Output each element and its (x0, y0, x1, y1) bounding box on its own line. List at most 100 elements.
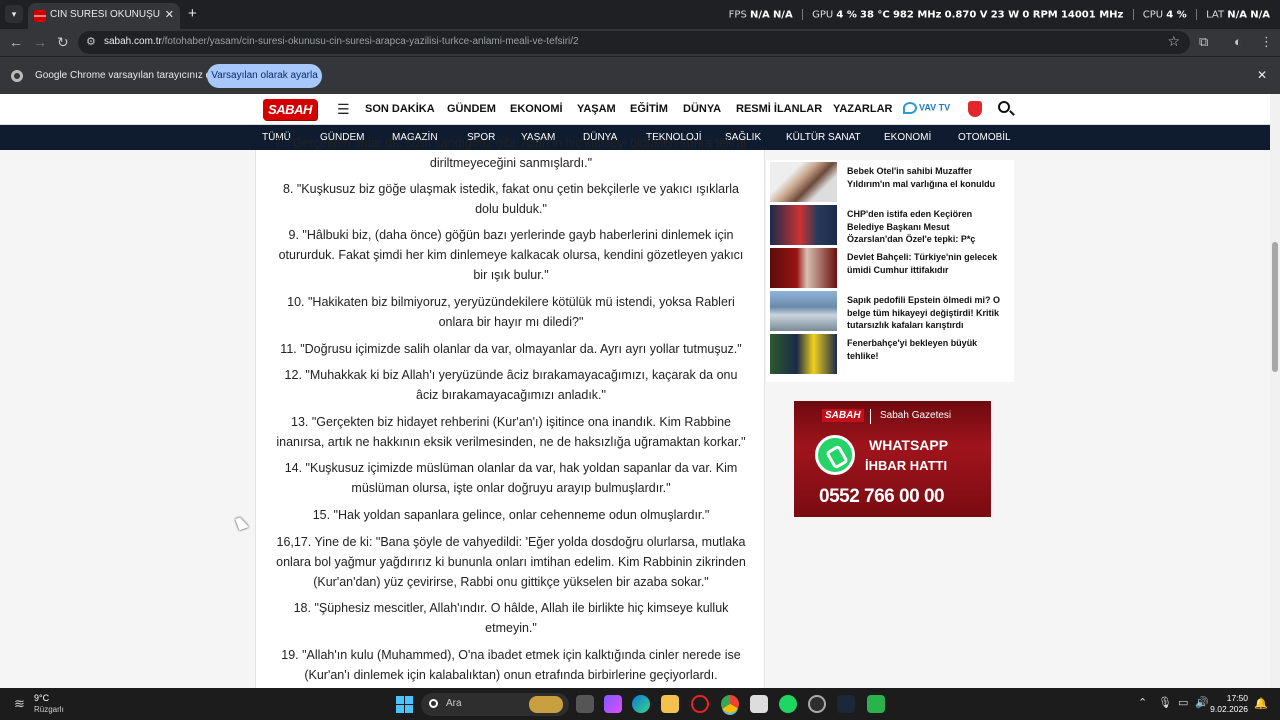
web-page: SABAH ☰ SON DAKİKA GÜNDEM EKONOMİ YAŞAM … (0, 94, 1270, 688)
cpu-load: 4 % (1166, 9, 1187, 21)
address-bar[interactable]: ⚙ sabah.com.tr/fotohaber/yasam/cin-sures… (78, 31, 1190, 54)
nav-resmi-ilanlar[interactable]: RESMİ İLANLAR (736, 103, 822, 115)
volume-icon[interactable]: 🔊 (1195, 696, 1209, 709)
file-explorer-icon[interactable] (661, 695, 679, 713)
edge-icon[interactable] (632, 695, 650, 713)
weather-description[interactable]: Rüzgarlı (34, 705, 64, 714)
news-item[interactable]: Fenerbahçe'yi bekleyen büyük tehlike! (770, 334, 1010, 374)
windows-taskbar: ≋ 9°C Rüzgarlı Ara ⌃ 🎙 ▭ 🔊 17:50 9.02.20… (0, 688, 1280, 720)
nav-yasam[interactable]: YAŞAM (577, 103, 616, 115)
taskbar-search[interactable]: Ara (421, 693, 569, 716)
whatsapp-icon (815, 435, 855, 475)
verse-14: 14. "Kuşkusuz içimizde müslüman olanlar … (284, 461, 738, 495)
profile-avatar[interactable]: ◐ (1234, 34, 1242, 49)
crest-icon[interactable] (968, 101, 982, 117)
lat-label: LAT (1206, 9, 1225, 21)
fps-label: FPS (728, 9, 747, 21)
close-infobar-icon[interactable]: ✕ (1257, 68, 1267, 82)
fps-value: N/A (749, 9, 770, 21)
notification-bell-icon[interactable]: 🔔 (1254, 697, 1268, 710)
gpu-power: 23 W (990, 9, 1020, 21)
browser-tab[interactable]: CİN SURESİ OKUNUŞU, Cin Suresi ✕ (28, 3, 180, 29)
url-text[interactable]: sabah.com.tr/fotohaber/yasam/cin-suresi-… (104, 36, 579, 47)
nav-gundem[interactable]: GÜNDEM (447, 103, 496, 115)
verse-9: 9. "Hâlbuki biz, (daha önce) göğün bazı … (278, 228, 744, 282)
store-icon[interactable] (750, 695, 768, 713)
subnav-kultur-sanat[interactable]: KÜLTÜR SANAT (786, 132, 861, 143)
bookmark-star-icon[interactable]: ☆ (1167, 33, 1180, 50)
lat-value: N/A (1227, 9, 1248, 21)
mouse-cursor-icon (235, 515, 249, 531)
subnav-ekonomi[interactable]: EKONOMİ (884, 132, 931, 143)
nav-son-dakika[interactable]: SON DAKİKA (365, 103, 435, 115)
scrollbar-thumb[interactable] (1272, 242, 1278, 372)
search-icon[interactable] (998, 101, 1010, 113)
verse-19: 19. "Allah'ın kulu (Muhammed), O'na ibad… (281, 648, 741, 682)
verse-10: 10. "Hakikaten biz bilmiyoruz, yeryüzünd… (287, 295, 735, 329)
kick-icon[interactable] (867, 695, 885, 713)
news-title: CHP'den istifa eden Keçiören Belediye Ba… (847, 209, 976, 244)
clock-date: 9.02.2026 (1210, 704, 1248, 714)
tab-title: CİN SURESİ OKUNUŞU, Cin Suresi (50, 9, 160, 20)
vav-tv-link[interactable]: VAV TV (903, 102, 950, 114)
taskbar-search-placeholder: Ara (446, 698, 462, 709)
ad-sabah-logo: SABAH (822, 409, 864, 422)
nav-ekonomi[interactable]: EKONOMİ (510, 103, 563, 115)
subnav-otomobil[interactable]: OTOMOBİL (958, 132, 1011, 143)
system-clock[interactable]: 17:50 9.02.2026 (1210, 693, 1248, 715)
opera-gx-icon[interactable] (691, 695, 709, 713)
ad-subheadline: İHBAR HATTI (865, 458, 948, 473)
forward-icon[interactable]: → (33, 34, 47, 50)
page-scrollbar[interactable] (1270, 94, 1280, 688)
whatsapp-ihbar-ad[interactable]: SABAH Sabah Gazetesi WHATSAPP İHBAR HATT… (794, 401, 991, 517)
ad-divider (870, 409, 871, 424)
tray-overflow-icon[interactable]: ⌃ (1138, 696, 1147, 709)
nav-dunya[interactable]: DÜNYA (683, 103, 721, 115)
weather-wind-icon[interactable]: ≋ (14, 696, 30, 712)
sabah-logo[interactable]: SABAH (263, 99, 317, 120)
tab-search-button[interactable]: ▾ (5, 5, 23, 23)
set-default-button[interactable]: Varsayılan olarak ayarla (207, 64, 322, 88)
news-thumbnail (770, 205, 837, 245)
more-menu-icon[interactable]: ⋮ (1260, 34, 1273, 50)
app-icon[interactable] (808, 695, 826, 713)
news-item[interactable]: CHP'den istifa eden Keçiören Belediye Ba… (770, 205, 1010, 245)
news-item[interactable]: Bebek Otel'in sahibi Muzaffer Yıldırım'ı… (770, 162, 1010, 202)
start-button-icon[interactable] (396, 696, 413, 713)
default-browser-infobar: Google Chrome varsayılan tarayıcınız değ… (0, 56, 1280, 94)
gpu-temp: 38 °C (860, 9, 890, 21)
chrome-taskbar-icon[interactable] (721, 695, 739, 713)
site-info-icon[interactable]: ⚙ (86, 35, 96, 48)
copilot-icon[interactable] (604, 695, 622, 713)
url-path: /fotohaber/yasam/cin-suresi-okunusu-cin-… (161, 36, 579, 47)
news-item[interactable]: Devlet Bahçeli: Türkiye'nin gelecek ümid… (770, 248, 1010, 288)
verse-12: 12. "Muhakkak ki biz Allah'ı yeryüzünde … (284, 368, 738, 402)
gpu-voltage: 0.870 V (944, 9, 988, 21)
verse-7: 7. "Gerçekten onlar da, sizin sandığınız… (274, 136, 748, 170)
clock-time: 17:50 (1226, 693, 1248, 703)
search-icon (429, 699, 438, 708)
spotify-icon[interactable] (779, 695, 797, 713)
back-icon[interactable]: ← (9, 34, 23, 50)
network-icon[interactable]: ▭ (1178, 696, 1188, 709)
weather-temperature[interactable]: 9°C (34, 693, 49, 703)
reload-icon[interactable]: ↻ (57, 34, 69, 51)
news-item[interactable]: Sapık pedofili Epstein ölmedi mi? O belg… (770, 291, 1010, 331)
verse-16-17: 16,17. Yine de ki: "Bana şöyle de vahyed… (276, 535, 746, 589)
microphone-icon[interactable]: 🎙 (1158, 696, 1172, 709)
extensions-icon[interactable]: ⧉ (1199, 34, 1208, 50)
menu-icon[interactable]: ☰ (337, 101, 350, 118)
nav-yazarlar[interactable]: YAZARLAR (833, 103, 893, 115)
new-tab-icon[interactable]: + (188, 5, 197, 22)
nav-egitim[interactable]: EĞİTİM (630, 103, 668, 115)
news-title: Bebek Otel'in sahibi Muzaffer Yıldırım'ı… (847, 166, 996, 189)
related-news-list: Bebek Otel'in sahibi Muzaffer Yıldırım'ı… (766, 160, 1014, 382)
news-title: Devlet Bahçeli: Türkiye'nin gelecek ümid… (847, 252, 998, 275)
performance-overlay: FPS N/A N/A GPU 4 % 38 °C 982 MHz 0.870 … (729, 9, 1270, 21)
verse-13: 13. "Gerçekten biz hidayet rehberini (Ku… (276, 415, 746, 449)
steam-icon[interactable] (837, 695, 855, 713)
task-view-icon[interactable] (576, 695, 594, 713)
close-tab-icon[interactable]: ✕ (165, 8, 174, 21)
news-title: Sapık pedofili Epstein ölmedi mi? O belg… (847, 295, 1001, 330)
browser-tab-strip: ▾ CİN SURESİ OKUNUŞU, Cin Suresi ✕ + FPS… (0, 0, 1280, 29)
